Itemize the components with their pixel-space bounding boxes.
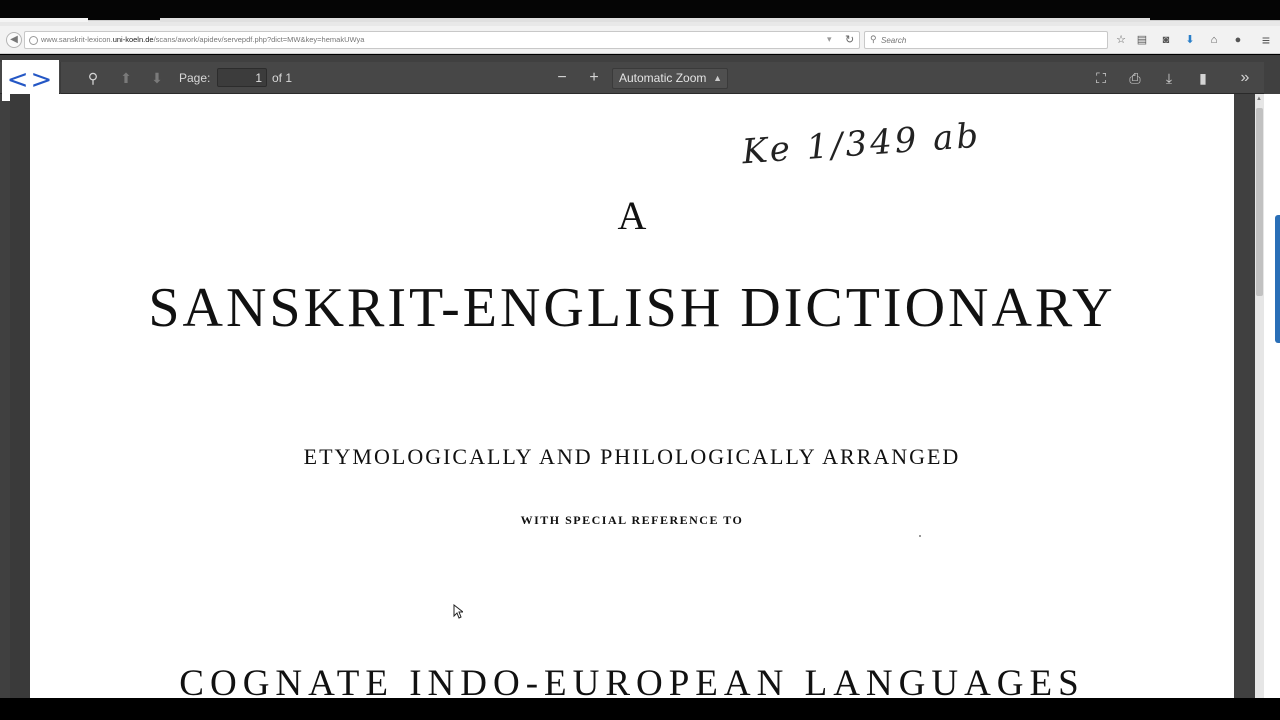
paper-speck bbox=[919, 535, 921, 537]
scroll-up-icon[interactable]: ▲ bbox=[1256, 96, 1262, 102]
right-edge bbox=[1264, 94, 1280, 698]
url-text: www.sanskrit-lexicon.uni-koeln.de/scans/… bbox=[41, 35, 365, 44]
back-arrow-icon[interactable]: ◀ bbox=[6, 32, 22, 48]
side-tab-indicator[interactable] bbox=[1275, 215, 1280, 343]
pdf-toolbar: ⚲ ⬆ ⬇ Page: of 1 − + Automatic Zoom ▲ ⛶ … bbox=[0, 62, 1264, 94]
chevron-down-icon[interactable]: ▾ bbox=[827, 34, 832, 45]
scrollbar-thumb[interactable] bbox=[1256, 108, 1263, 296]
subtitle-line-2: WITH SPECIAL REFERENCE TO bbox=[520, 513, 744, 527]
star-icon[interactable]: ☆ bbox=[1112, 31, 1130, 49]
screen: ◀ www.sanskrit-lexicon.uni-koeln.de/scan… bbox=[0, 0, 1280, 720]
home-icon[interactable]: ⌂ bbox=[1205, 31, 1223, 49]
next-page-icon[interactable]: ⬇ bbox=[146, 68, 168, 88]
subtitle-line-3: COGNATE INDO-EUROPEAN LANGUAGES bbox=[179, 663, 1085, 698]
page-count: of 1 bbox=[272, 71, 293, 85]
zoom-in-icon[interactable]: + bbox=[583, 68, 605, 88]
pdf-viewer: ⚲ ⬆ ⬇ Page: of 1 − + Automatic Zoom ▲ ⛶ … bbox=[0, 55, 1280, 698]
pdf-page: Ke 1/349 ab A SANSKRIT-ENGLISH DICTIONAR… bbox=[30, 94, 1234, 698]
reload-icon[interactable]: ↻ bbox=[845, 33, 854, 46]
title-article: A bbox=[617, 193, 647, 238]
print-icon[interactable]: ⎙ bbox=[1124, 68, 1146, 88]
clipboard-icon[interactable]: ▤ bbox=[1133, 31, 1151, 49]
download-icon[interactable]: ⤓ bbox=[1158, 68, 1180, 88]
pocket-icon[interactable]: ◙ bbox=[1157, 31, 1175, 49]
bookmark-icon[interactable]: ▮ bbox=[1192, 68, 1214, 88]
navigation-bar: ◀ www.sanskrit-lexicon.uni-koeln.de/scan… bbox=[0, 26, 1280, 54]
mouse-cursor-icon bbox=[453, 604, 463, 619]
globe-icon bbox=[29, 36, 38, 45]
tab-active[interactable] bbox=[160, 18, 1150, 22]
subtitle-line-1: ETYMOLOGICALLY AND PHILOLOGICALLY ARRANG… bbox=[303, 444, 961, 469]
chat-icon[interactable]: ● bbox=[1229, 31, 1247, 49]
page-label: Page: bbox=[179, 71, 211, 85]
zoom-select-value: Automatic Zoom bbox=[619, 71, 707, 85]
left-gutter bbox=[10, 94, 30, 698]
tab-inactive[interactable] bbox=[0, 18, 88, 22]
page-scrollbar[interactable]: ▲ bbox=[1255, 94, 1264, 698]
search-icon: ⚲ bbox=[870, 34, 877, 44]
zoom-select[interactable]: Automatic Zoom ▲ bbox=[612, 68, 728, 89]
find-icon[interactable]: ⚲ bbox=[82, 68, 104, 88]
presentation-mode-icon[interactable]: ⛶ bbox=[1090, 68, 1112, 88]
hamburger-menu-icon[interactable]: ≡ bbox=[1257, 31, 1275, 49]
chevron-updown-icon: ▲ bbox=[713, 73, 722, 83]
document-title: SANSKRIT-ENGLISH DICTIONARY bbox=[148, 277, 1116, 339]
search-bar[interactable]: ⚲ bbox=[864, 31, 1108, 49]
download-icon[interactable]: ⬇ bbox=[1181, 31, 1199, 49]
zoom-out-icon[interactable]: − bbox=[551, 68, 573, 88]
window-bottom-bar bbox=[0, 698, 1280, 720]
toolbar-divider bbox=[60, 62, 61, 94]
url-bar[interactable]: www.sanskrit-lexicon.uni-koeln.de/scans/… bbox=[24, 31, 860, 49]
page-number-input[interactable] bbox=[217, 68, 267, 87]
search-input[interactable] bbox=[881, 34, 1101, 47]
previous-page-icon[interactable]: ⬆ bbox=[115, 68, 137, 88]
handwritten-shelfmark: Ke 1/349 ab bbox=[740, 115, 983, 173]
tools-chevron-icon[interactable]: » bbox=[1234, 68, 1256, 88]
